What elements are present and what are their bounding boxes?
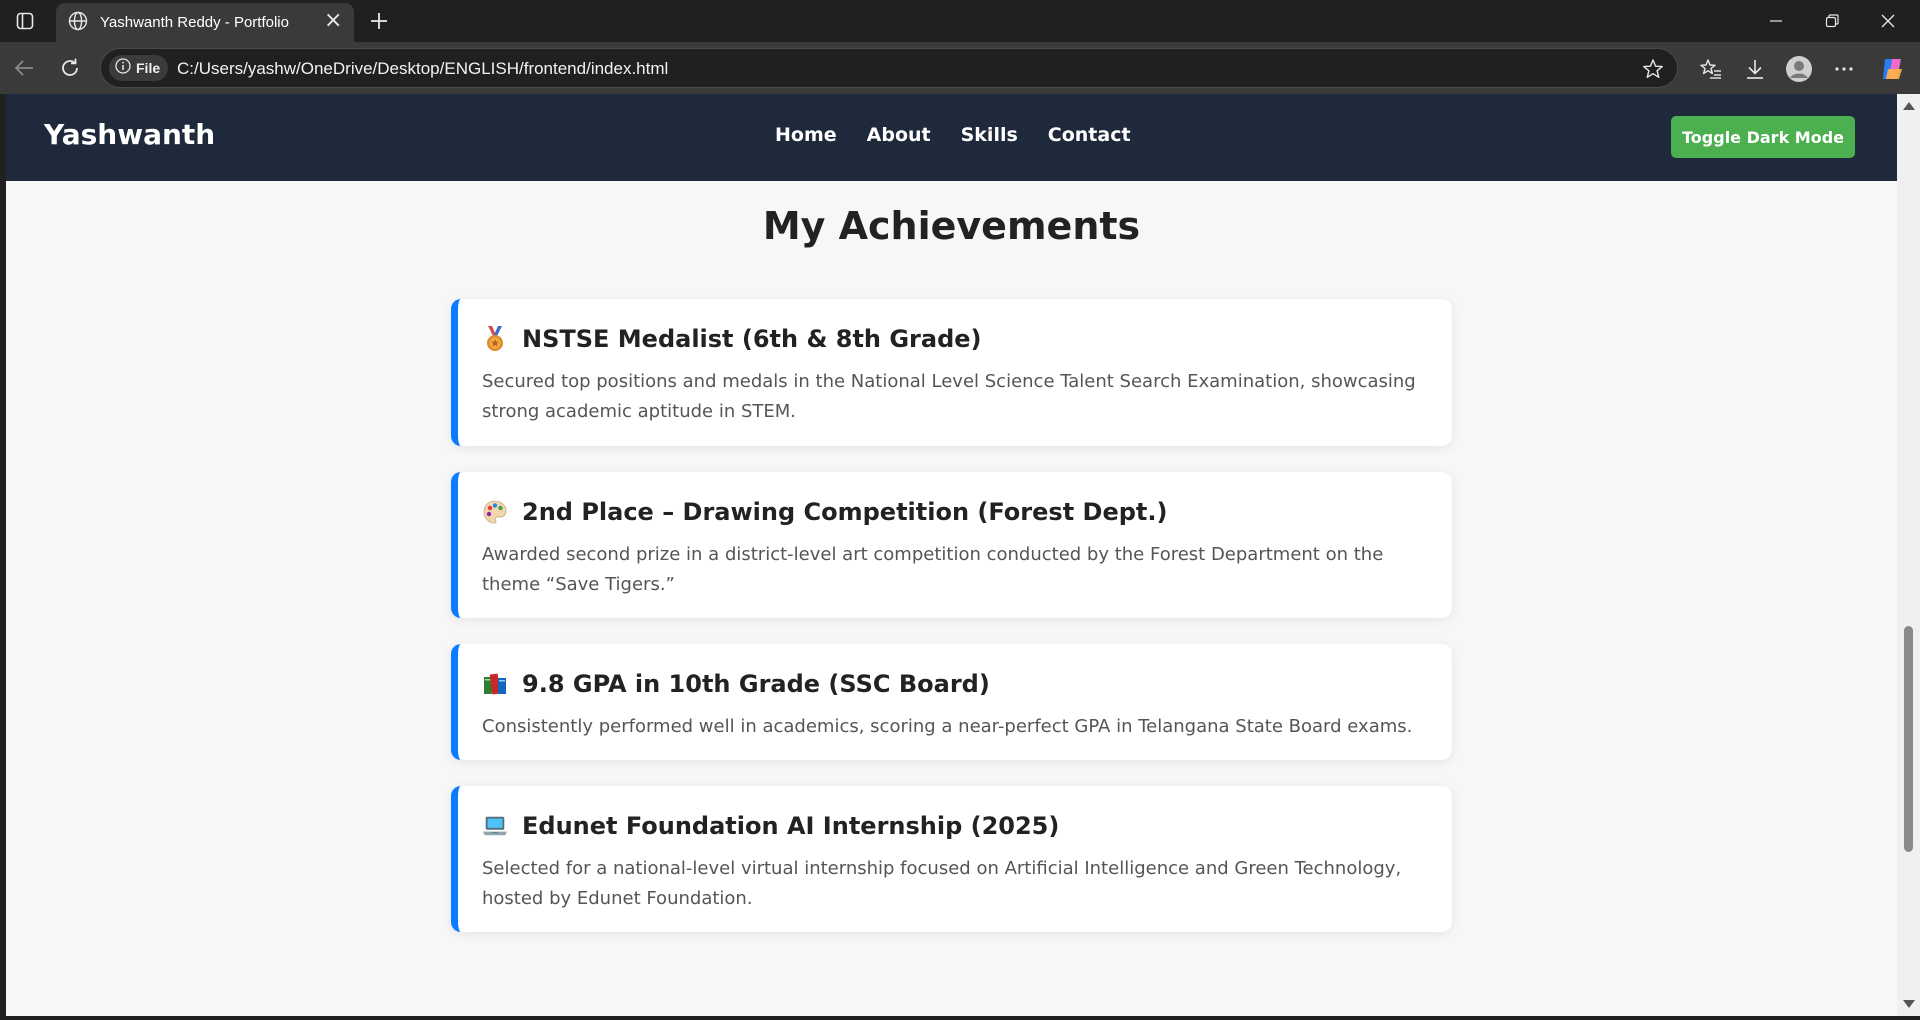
window-close-icon[interactable] [1866,6,1910,36]
download-icon[interactable] [1740,54,1770,84]
address-bar[interactable]: File C:/Users/yashw/OneDrive/Desktop/ENG… [100,48,1678,88]
page-viewport: Yashwanth Home About Skills Contact Togg… [6,94,1897,1016]
minimize-icon[interactable] [1754,6,1798,36]
plus-icon[interactable] [365,7,393,35]
toggle-dark-mode-button[interactable]: Toggle Dark Mode [1671,116,1855,158]
back-arrow-icon[interactable] [10,54,38,82]
laptop-icon [482,813,508,839]
sidebar-toggle-icon[interactable] [12,8,38,34]
achievement-card: 2nd Place – Drawing Competition (Forest … [451,472,1452,618]
achievements-title: My Achievements [762,204,1141,248]
achievement-title: 2nd Place – Drawing Competition (Forest … [522,498,1168,526]
scroll-down-arrow-icon[interactable] [1903,1000,1915,1008]
more-icon[interactable] [1829,54,1859,84]
achievement-title: 9.8 GPA in 10th Grade (SSC Board) [522,670,990,698]
site-brand[interactable]: Yashwanth [44,118,215,151]
url-text[interactable]: C:/Users/yashw/OneDrive/Desktop/ENGLISH/… [177,59,668,79]
close-icon[interactable]: × [324,10,342,32]
favorites-icon[interactable] [1696,54,1726,84]
achievement-card: NSTSE Medalist (6th & 8th Grade) Secured… [451,299,1452,446]
achievement-title: Edunet Foundation AI Internship (2025) [522,812,1060,840]
site-navbar: Yashwanth Home About Skills Contact Togg… [6,94,1897,181]
restore-icon[interactable] [1810,6,1854,36]
achievement-card: 9.8 GPA in 10th Grade (SSC Board) Consis… [451,644,1452,760]
profile-icon[interactable] [1784,54,1814,84]
nav-link-skills[interactable]: Skills [961,124,1018,146]
reload-icon[interactable] [56,54,84,82]
scroll-thumb[interactable] [1904,626,1913,852]
medal-icon [482,326,508,352]
site-nav-links: Home About Skills Contact [775,124,1131,146]
nav-link-about[interactable]: About [867,124,931,146]
globe-icon [68,11,88,35]
browser-toolbar: File C:/Users/yashw/OneDrive/Desktop/ENG… [0,42,1920,94]
copilot-icon[interactable] [1878,54,1908,84]
file-chip-label: File [136,60,161,76]
achievement-description: Awarded second prize in a district-level… [482,544,1384,595]
palette-icon [482,499,508,525]
achievement-title: NSTSE Medalist (6th & 8th Grade) [522,325,982,353]
browser-tab-bar: Yashwanth Reddy - Portfolio × [0,0,1920,42]
page-scrollbar[interactable] [1897,94,1920,1016]
browser-tab-active[interactable]: Yashwanth Reddy - Portfolio × [56,3,354,42]
nav-link-home[interactable]: Home [775,124,837,146]
tab-title: Yashwanth Reddy - Portfolio [100,14,289,31]
info-icon [115,58,131,78]
achievement-description: Consistently performed well in academics… [482,716,1413,737]
achievement-description: Selected for a national-level virtual in… [482,858,1402,909]
site-info-chip[interactable]: File [109,55,169,81]
star-icon[interactable] [1641,57,1665,81]
books-icon [482,671,508,697]
achievement-card: Edunet Foundation AI Internship (2025) S… [451,786,1452,932]
nav-link-contact[interactable]: Contact [1048,124,1131,146]
scroll-up-arrow-icon[interactable] [1903,102,1915,110]
achievement-description: Secured top positions and medals in the … [482,371,1416,422]
